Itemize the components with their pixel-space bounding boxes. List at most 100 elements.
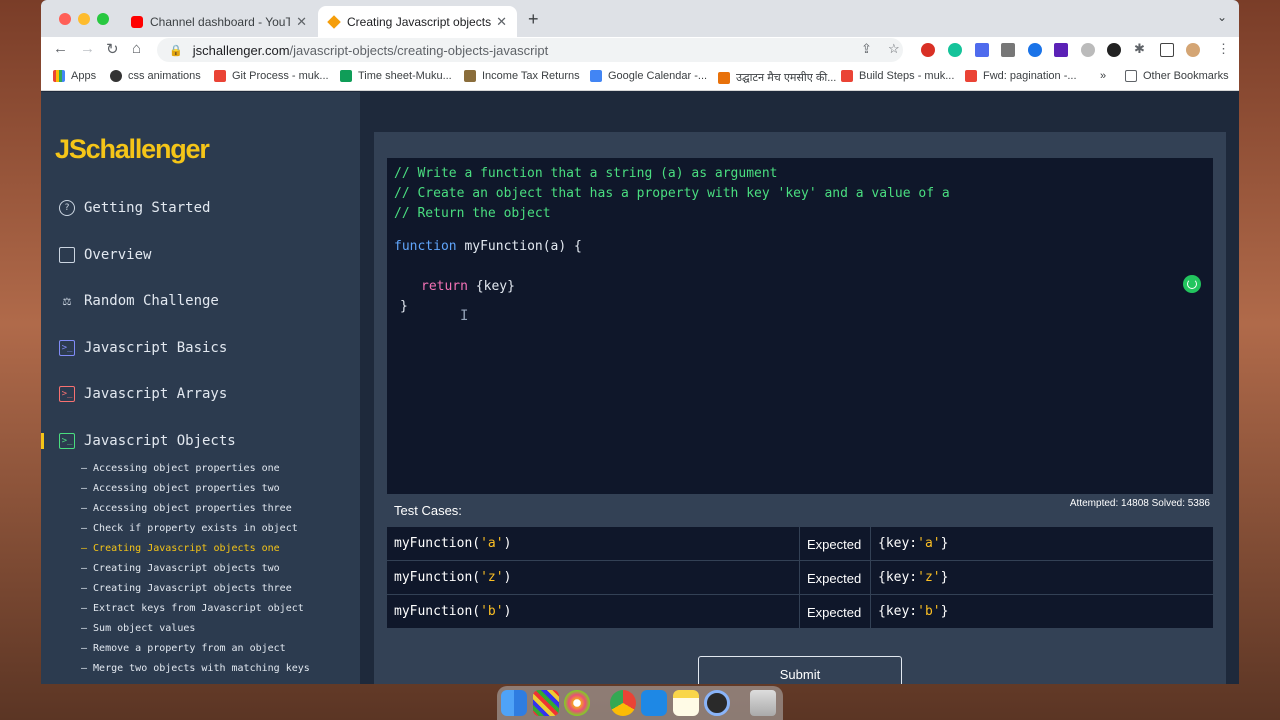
shield-icon[interactable]: [1081, 43, 1095, 57]
exp-suffix: }: [940, 536, 949, 551]
expected-label: Expected: [807, 571, 862, 586]
bookmarks-overflow-chevron[interactable]: »: [1100, 70, 1106, 82]
bookmark-apps[interactable]: Apps: [53, 70, 96, 82]
nav-overview[interactable]: Overview: [59, 247, 151, 263]
bookmark-other-bookmarks[interactable]: Other Bookmarks: [1125, 70, 1229, 82]
nav-javascript-objects[interactable]: >_ Javascript Objects: [59, 433, 236, 449]
extension-blue-icon[interactable]: [975, 43, 989, 57]
jschallenger-logo[interactable]: JSchallenger: [55, 134, 210, 165]
gmail-icon: [965, 70, 977, 82]
sub-item[interactable]: – Merge two objects with matching keys: [81, 663, 310, 674]
attempt-stats: Attempted: 14808 Solved: 5386: [1069, 498, 1210, 509]
grammarly-icon[interactable]: [948, 43, 962, 57]
forward-icon[interactable]: →: [80, 40, 95, 57]
tab-jschallenger[interactable]: Creating Javascript objects one ✕: [318, 6, 517, 37]
sub-item[interactable]: – Accessing object properties one: [81, 463, 280, 474]
challenge-panel: // Write a function that a string (a) as…: [374, 132, 1226, 684]
tab-youtube[interactable]: Channel dashboard - YouTube ✕: [121, 6, 317, 37]
bookmark-label: Income Tax Returns: [482, 70, 580, 82]
nav-javascript-arrays[interactable]: >_ Javascript Arrays: [59, 386, 227, 402]
bookmark-hindi-news[interactable]: उद्घाटन मैच एमसीए की...: [718, 70, 836, 85]
nav-label: Random Challenge: [84, 293, 219, 309]
lock-icon: 🔒: [169, 44, 183, 57]
bookmark-time-sheet[interactable]: Time sheet-Muku...: [340, 70, 452, 82]
sub-item[interactable]: – Remove a property from an object: [81, 643, 286, 654]
bookmark-label: css animations: [128, 70, 201, 82]
photos-icon[interactable]: [564, 690, 590, 716]
sub-item[interactable]: – Extract keys from Javascript object: [81, 603, 304, 614]
sub-item[interactable]: – Accessing object properties two: [81, 483, 280, 494]
sub-item[interactable]: – Accessing object properties three: [81, 503, 292, 514]
bookmark-fwd-pagination[interactable]: Fwd: pagination -...: [965, 70, 1077, 82]
scale-icon: ⚖: [62, 293, 72, 309]
home-icon[interactable]: ⌂: [132, 40, 141, 57]
bookmark-git-process[interactable]: Git Process - muk...: [214, 70, 329, 82]
news-icon: [718, 71, 730, 84]
reload-icon[interactable]: ↻: [106, 40, 119, 58]
extensions-puzzle-icon[interactable]: ✱: [1134, 41, 1145, 57]
apps-grid-icon: [53, 70, 65, 82]
divider: [870, 561, 871, 594]
folder-icon: [1125, 70, 1137, 82]
bookmark-star-icon[interactable]: ☆: [888, 41, 900, 57]
tab-title: Creating Javascript objects one: [347, 14, 493, 29]
gmail-icon: [214, 70, 226, 82]
nav-random-challenge[interactable]: ⚖ Random Challenge: [59, 293, 219, 309]
extension-red-icon[interactable]: [921, 43, 935, 57]
close-window-button[interactable]: [59, 13, 71, 25]
close-tab-icon[interactable]: ✕: [296, 14, 307, 30]
submit-button[interactable]: Submit: [698, 656, 902, 684]
nav-label: Getting Started: [84, 200, 211, 216]
sub-item[interactable]: – Creating Javascript objects two: [81, 563, 280, 574]
extension-purple-icon[interactable]: [1054, 43, 1068, 57]
bookmark-label: Other Bookmarks: [1143, 70, 1229, 82]
close-tab-icon[interactable]: ✕: [496, 14, 507, 30]
bookmark-income-tax[interactable]: Income Tax Returns: [464, 70, 580, 82]
side-panel-icon[interactable]: [1160, 43, 1174, 57]
expected-value: {key:'b'}: [878, 604, 948, 619]
call-prefix: myFunction(: [394, 536, 481, 551]
call-suffix: ): [503, 604, 512, 619]
vscode-icon[interactable]: [641, 690, 667, 716]
chrome-icon[interactable]: [610, 690, 636, 716]
expected-value: {key:'z'}: [878, 570, 948, 585]
extension-dark-icon[interactable]: [1107, 43, 1121, 57]
profile-avatar[interactable]: [1186, 43, 1200, 57]
grammarly-spinner-icon[interactable]: [1183, 275, 1201, 293]
divider: [799, 527, 800, 560]
sub-item[interactable]: – Sum object values: [81, 623, 195, 634]
bookmark-label: Git Process - muk...: [232, 70, 329, 82]
finder-icon[interactable]: [501, 690, 527, 716]
bookmark-css-animations[interactable]: css animations: [110, 70, 201, 82]
quicktime-icon[interactable]: [704, 690, 730, 716]
tab-search-chevron-icon[interactable]: ⌄: [1217, 10, 1227, 24]
exp-val: 'b': [917, 604, 941, 619]
sub-item-current[interactable]: – Creating Javascript objects one: [81, 543, 280, 554]
back-icon[interactable]: ←: [53, 40, 68, 57]
new-tab-icon[interactable]: +: [528, 9, 539, 30]
sub-item[interactable]: – Check if property exists in object: [81, 523, 298, 534]
macos-dock: [497, 686, 783, 720]
address-bar[interactable]: 🔒 jschallenger.com /javascript-objects/c…: [157, 38, 903, 62]
trash-icon[interactable]: [750, 690, 776, 716]
bookmark-build-steps[interactable]: Build Steps - muk...: [841, 70, 954, 82]
return-value: {key}: [467, 279, 515, 294]
share-icon[interactable]: ⇪: [861, 41, 872, 57]
code-editor[interactable]: // Write a function that a string (a) as…: [387, 158, 1213, 494]
calendar-icon: [590, 70, 602, 82]
active-indicator: [41, 433, 44, 449]
sub-item[interactable]: – Creating Javascript objects three: [81, 583, 292, 594]
minimize-window-button[interactable]: [78, 13, 90, 25]
maximize-window-button[interactable]: [97, 13, 109, 25]
extension-gray-icon[interactable]: [1001, 43, 1015, 57]
terminal-icon: >_: [59, 386, 75, 402]
extension-cyan-icon[interactable]: [1028, 43, 1042, 57]
nav-javascript-basics[interactable]: >_ Javascript Basics: [59, 340, 227, 356]
browser-menu-icon[interactable]: ⋮: [1217, 41, 1230, 57]
nav-getting-started[interactable]: ? Getting Started: [59, 200, 210, 216]
bookmark-label: उद्घाटन मैच एमसीए की...: [736, 72, 837, 84]
bookmark-google-calendar[interactable]: Google Calendar -...: [590, 70, 707, 82]
launchpad-icon[interactable]: [533, 690, 559, 716]
expected-label: Expected: [807, 605, 862, 620]
notes-icon[interactable]: [673, 690, 699, 716]
